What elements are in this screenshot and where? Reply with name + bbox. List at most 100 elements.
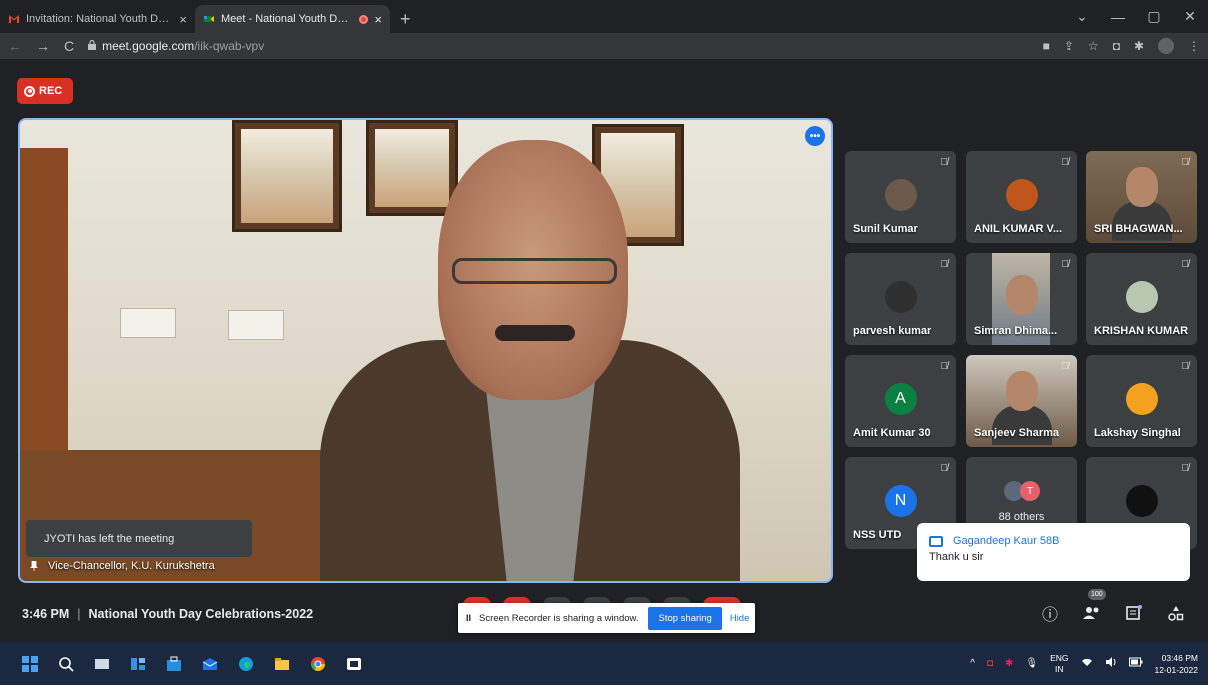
participant-tile[interactable]: 🎙̸ SRI BHAGWAN... xyxy=(1086,151,1197,243)
tab-meet[interactable]: Meet - National Youth Day C × xyxy=(195,5,390,33)
reload-icon[interactable]: C xyxy=(64,38,74,54)
show-hidden-icons[interactable]: ^ xyxy=(970,658,975,669)
mic-off-icon: 🎙̸ xyxy=(1181,157,1190,168)
battery-icon[interactable] xyxy=(1128,657,1143,670)
windows-start-icon[interactable] xyxy=(20,654,40,674)
participant-name: Simran Dhima... xyxy=(974,325,1058,337)
system-clock[interactable]: 03:46 PM 12-01-2022 xyxy=(1155,652,1198,676)
meeting-details-icon[interactable]: ⓘ xyxy=(1040,603,1060,624)
clock-time: 03:46 PM xyxy=(1161,652,1198,663)
participant-avatar xyxy=(884,179,917,211)
meeting-info: 3:46 PM | National Youth Day Celebration… xyxy=(22,607,313,621)
menu-kebab-icon[interactable]: ⋮ xyxy=(1188,39,1200,53)
share-icon[interactable]: ⇪ xyxy=(1064,39,1074,53)
antivirus-icon[interactable]: ◘ xyxy=(987,658,993,669)
lang-top: ENG xyxy=(1050,652,1069,663)
camera-icon[interactable]: ■ xyxy=(1043,39,1050,53)
mic-tray-icon[interactable]: 🎙 xyxy=(1025,658,1038,669)
chat-message-icon xyxy=(929,535,943,547)
participant-name: SRI BHAGWAN... xyxy=(1094,223,1183,235)
pin-icon[interactable] xyxy=(30,561,38,571)
chrome-icon[interactable] xyxy=(308,654,328,674)
browser-toolbar: ■ ⇪ ☆ ◘ ✱ ⋮ xyxy=(1043,38,1200,54)
forward-icon[interactable]: → xyxy=(36,38,50,54)
participant-tile[interactable]: 🎙̸ Sunil Kumar xyxy=(845,151,956,243)
url-host: meet.google.com xyxy=(102,39,195,53)
address-bar-row: ← → C meet.google.com/iik-qwab-vpv ■ ⇪ ☆… xyxy=(0,33,1208,59)
minimize-button[interactable]: — xyxy=(1100,9,1136,25)
system-tray: ^ ◘ ✱ 🎙 ENG IN 03:46 PM 12-01-2022 xyxy=(970,642,1198,685)
mic-off-icon: 🎙̸ xyxy=(1181,361,1190,372)
hide-button[interactable]: Hide xyxy=(730,613,750,624)
profile-avatar[interactable] xyxy=(1158,38,1174,54)
widgets-icon[interactable] xyxy=(128,654,148,674)
lock-icon xyxy=(88,39,97,53)
participant-name: parvesh kumar xyxy=(853,325,932,337)
chat-message: Thank u sir xyxy=(929,551,984,563)
volume-icon[interactable] xyxy=(1105,657,1117,670)
mic-off-icon: 🎙̸ xyxy=(940,259,949,270)
screen-share-bar: II Screen Recorder is sharing a window. … xyxy=(458,603,755,633)
tile-more-options-button[interactable]: ••• xyxy=(805,126,825,146)
tab-gmail-invitation[interactable]: Invitation: National Youth Day Ce × xyxy=(0,5,195,33)
participant-tile[interactable]: 🎙̸ ANIL KUMAR V... xyxy=(966,151,1077,243)
url-path: /iik-qwab-vpv xyxy=(194,39,265,53)
new-tab-button[interactable]: + xyxy=(390,5,421,33)
tab-search-button[interactable]: ⌄ xyxy=(1064,8,1100,25)
close-tab-icon[interactable]: × xyxy=(179,12,187,27)
chat-notification[interactable]: Gagandeep Kaur 58B Thank u sir xyxy=(917,523,1190,581)
mic-off-icon: 🎙̸ xyxy=(1061,157,1070,168)
tab-title: Invitation: National Youth Day Ce xyxy=(26,13,174,25)
tab-title: Meet - National Youth Day C xyxy=(221,13,354,25)
recording-label: REC xyxy=(39,85,63,97)
url-field[interactable]: meet.google.com/iik-qwab-vpv xyxy=(88,39,264,53)
browser-tab-bar: Invitation: National Youth Day Ce × Meet… xyxy=(0,0,1208,33)
chat-icon[interactable] xyxy=(1124,603,1144,623)
participant-tile[interactable]: 🎙̸ Simran Dhima... xyxy=(966,253,1077,345)
search-icon[interactable] xyxy=(56,654,76,674)
participant-tile[interactable]: 🎙̸ KRISHAN KUMAR xyxy=(1086,253,1197,345)
file-explorer-icon[interactable] xyxy=(272,654,292,674)
speaker-figure xyxy=(320,140,740,581)
activities-icon[interactable] xyxy=(1166,603,1186,623)
people-icon[interactable]: 100 xyxy=(1082,589,1106,623)
app-tray-icon[interactable]: ✱ xyxy=(1005,658,1013,669)
bookmark-star-icon[interactable]: ☆ xyxy=(1088,39,1099,53)
clock-date: 12-01-2022 xyxy=(1154,664,1198,675)
separator: | xyxy=(77,607,81,621)
edge-icon[interactable] xyxy=(236,654,256,674)
participant-tile[interactable]: 🎙̸ A Amit Kumar 30 xyxy=(845,355,956,447)
share-status: Screen Recorder is sharing a window. xyxy=(479,612,639,624)
back-icon[interactable]: ← xyxy=(8,38,22,54)
close-window-button[interactable]: ✕ xyxy=(1172,8,1208,25)
others-count: 88 others xyxy=(998,511,1045,523)
participant-name: Amit Kumar 30 xyxy=(853,427,931,439)
mail-icon[interactable] xyxy=(200,654,220,674)
mic-off-icon: 🎙̸ xyxy=(1061,259,1070,270)
participant-tile[interactable]: 🎙̸ parvesh kumar xyxy=(845,253,956,345)
language-indicator[interactable]: ENG IN xyxy=(1050,653,1068,675)
extension-icon[interactable]: ◘ xyxy=(1113,39,1120,53)
record-icon xyxy=(24,85,35,97)
meet-right-controls: ⓘ 100 xyxy=(1040,589,1186,624)
restore-button[interactable]: ▢ xyxy=(1136,8,1172,25)
lang-bottom: IN xyxy=(1055,663,1064,674)
participant-name: Lakshay Singhal xyxy=(1094,427,1181,439)
windows-taskbar: ^ ◘ ✱ 🎙 ENG IN 03:46 PM 12-01-2022 xyxy=(0,642,1208,685)
screen-recorder-icon[interactable] xyxy=(344,654,364,674)
wall-switchboard xyxy=(120,308,176,338)
task-view-icon[interactable] xyxy=(92,654,112,674)
participant-tile[interactable]: 🎙̸ Sanjeev Sharma xyxy=(966,355,1077,447)
puzzle-icon[interactable]: ✱ xyxy=(1134,39,1144,53)
speaker-name-text: Vice-Chancellor, K.U. Kurukshetra xyxy=(48,560,215,572)
wifi-icon[interactable] xyxy=(1081,657,1093,670)
store-icon[interactable] xyxy=(164,654,184,674)
chat-sender: Gagandeep Kaur 58B xyxy=(953,535,1060,547)
participant-tile[interactable]: 🎙̸ Lakshay Singhal xyxy=(1086,355,1197,447)
participant-avatar xyxy=(884,281,917,313)
participant-avatar: T xyxy=(1020,481,1040,501)
close-tab-icon[interactable]: × xyxy=(374,12,382,27)
speaker-video[interactable]: ••• JYOTI has left the meeting Vice-Chan… xyxy=(18,118,833,583)
recording-button[interactable]: REC xyxy=(17,78,73,104)
stop-sharing-button[interactable]: Stop sharing xyxy=(648,606,722,630)
